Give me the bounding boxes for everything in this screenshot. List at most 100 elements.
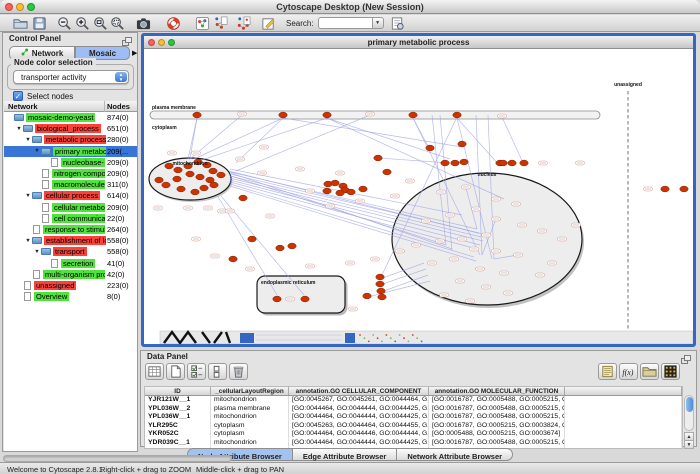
float-data-panel-icon[interactable]: [680, 352, 692, 363]
new-page-button[interactable]: [166, 363, 185, 380]
check-page-button[interactable]: [187, 363, 206, 380]
tab-network-label: Network: [32, 49, 64, 58]
table-cell: [GO:0016787, GO:0005215, GO:0003824, G..…: [429, 422, 565, 431]
network-canvas[interactable]: plasma membranecytoplasmmitochondrionnuc…: [144, 49, 693, 344]
help-lifebuoy-icon[interactable]: [166, 16, 181, 31]
notepad-button[interactable]: [598, 363, 617, 380]
table-row[interactable]: YLR295Ccytoplasm[GO:0045263, GO:0044464,…: [145, 422, 682, 431]
tree-row[interactable]: mosaic-demo-yeast874(0): [4, 112, 137, 123]
tree-row-node-count: 614(0): [107, 191, 129, 200]
expand-arrow-icon[interactable]: ▼: [24, 137, 32, 143]
svg-text:unassigned: unassigned: [614, 82, 642, 88]
node-color-dropdown[interactable]: transporter activity ▲▼: [13, 70, 129, 84]
visual-styles-icon[interactable]: [195, 16, 210, 31]
expand-arrow-icon[interactable]: ▼: [15, 126, 23, 132]
apply-layout-b-icon[interactable]: [236, 16, 251, 31]
tree-row[interactable]: nucleobase-209(0): [4, 157, 137, 168]
table-column-header[interactable]: _cellularLayoutRegion: [211, 387, 289, 395]
tree-row[interactable]: cellular metabo209(0): [4, 202, 137, 213]
dropdown-stepper-icon: ▲▼: [115, 72, 127, 82]
network-tree-header[interactable]: Network Nodes: [4, 101, 137, 112]
trash-button[interactable]: [229, 363, 248, 380]
tree-row[interactable]: nitrogen compo209(0): [4, 168, 137, 179]
tree-row-label: primary metabo: [53, 147, 106, 156]
tree-row[interactable]: multi-organism pro42(0): [4, 269, 137, 280]
zoom-fit-content-icon[interactable]: [110, 16, 125, 31]
tree-row[interactable]: unassigned223(0): [4, 280, 137, 291]
zoom-in-icon[interactable]: [75, 16, 90, 31]
tab-network-attribute-browser[interactable]: Network Attribute Browser: [397, 448, 513, 461]
tree-row-label: response to stimulu: [43, 225, 105, 234]
table-row[interactable]: YPL036W__1mitochondrion[GO:0044464, GO:0…: [145, 413, 682, 422]
expand-arrow-icon[interactable]: ▼: [33, 249, 41, 255]
search-options-icon[interactable]: [390, 16, 405, 31]
tree-row[interactable]: response to stimulu264(0): [4, 224, 137, 235]
attribute-table-header[interactable]: ID_cellularLayoutRegionannotation.GO CEL…: [145, 387, 682, 396]
tree-row[interactable]: ▼transport558(0): [4, 246, 137, 257]
status-pan-hint: Middle-click + drag to PAN: [196, 465, 284, 474]
snapshot-camera-icon[interactable]: [136, 16, 151, 31]
expand-arrow-icon[interactable]: ▼: [33, 148, 41, 154]
small-boxes-button[interactable]: [208, 363, 227, 380]
tree-row[interactable]: ▼cellular process614(0): [4, 190, 137, 201]
tree-col-divider[interactable]: [104, 101, 105, 112]
folder-icon: [32, 237, 42, 244]
table-column-header[interactable]: [565, 387, 682, 395]
table-column-header[interactable]: annotation.GO MOLECULAR_FUNCTION: [429, 387, 565, 395]
tree-row[interactable]: cell communicat22(0): [4, 213, 137, 224]
search-dropdown-button[interactable]: ▼: [372, 17, 384, 29]
open-session-icon[interactable]: [13, 16, 28, 31]
table-cell: [GO:0045263, GO:0044464, GO:0044455, G..…: [289, 422, 429, 431]
file-icon: [42, 203, 49, 212]
tree-row[interactable]: ▼primary metabo209(...: [4, 146, 137, 157]
search-input[interactable]: [318, 17, 372, 29]
search-area: Search: ▼: [276, 15, 384, 32]
apply-layout-a-icon[interactable]: [213, 16, 228, 31]
table-scrollbar[interactable]: [684, 395, 694, 431]
float-panel-icon[interactable]: [121, 34, 133, 45]
tree-row[interactable]: secretion41(0): [4, 257, 137, 268]
expand-arrow-icon[interactable]: ▼: [24, 238, 32, 244]
tree-row[interactable]: macromolecule311(0): [4, 179, 137, 190]
table-cell: [565, 405, 682, 414]
scrollbar-thumb[interactable]: [686, 397, 693, 412]
table-row[interactable]: YDR039C__1mitochondrion[GO:0044464, GO:0…: [145, 439, 682, 448]
tab-edge-attribute-browser[interactable]: Edge Attribute Browser: [293, 448, 397, 461]
tab-mosaic-label: Mosaic: [89, 49, 116, 58]
data-panel-title: Data Panel: [147, 352, 188, 361]
tree-row-label: metabolic process: [44, 135, 106, 144]
formula-button[interactable]: f(x): [619, 363, 638, 380]
save-session-icon[interactable]: [32, 16, 47, 31]
table-column-header[interactable]: ID: [145, 387, 211, 395]
toolbar-icon-group: [0, 15, 276, 32]
file-icon: [51, 158, 58, 167]
table-row[interactable]: YPL036W__2plasma membrane[GO:0044464, GO…: [145, 405, 682, 414]
tree-row[interactable]: Overview8(0): [4, 291, 137, 302]
tree-row[interactable]: ▼biological_process651(0): [4, 123, 137, 134]
annotation-tool-icon[interactable]: [261, 16, 276, 31]
tree-row-node-count: 22(0): [107, 214, 125, 223]
table-cell: [GO:0016787, GO:0005488, GO:0005215, G..…: [429, 439, 565, 448]
tree-row-node-count: 8(0): [107, 292, 120, 301]
expand-arrow-icon[interactable]: ▼: [24, 193, 32, 199]
svg-text:cytoplasm: cytoplasm: [152, 125, 177, 131]
table-column-header[interactable]: annotation.GO CELLULAR_COMPONENT: [289, 387, 429, 395]
select-nodes-checkbox[interactable]: ✓: [13, 91, 23, 101]
matrix-button[interactable]: [661, 363, 680, 380]
zoom-out-icon[interactable]: [57, 16, 72, 31]
tree-row[interactable]: ▼ metabolic process280(0): [4, 134, 137, 145]
zoom-selected-region-icon[interactable]: [93, 16, 108, 31]
tree-row-node-count: 41(0): [107, 259, 125, 268]
tree-row[interactable]: ▼establishment of lo558(0): [4, 235, 137, 246]
file-icon: [42, 169, 49, 178]
table-row[interactable]: YKR052Ccytoplasm[GO:0044464, GO:0044446,…: [145, 430, 682, 439]
network-window-titlebar[interactable]: primary metabolic process: [144, 36, 693, 49]
table-grid-button[interactable]: [145, 363, 164, 380]
table-cell: [GO:0044464, GO:0044444, GO:0044425, G..…: [289, 413, 429, 422]
more-tabs-arrow-icon[interactable]: ▶: [132, 49, 137, 57]
cytoscape-window: Cytoscape Desktop (New Session) Search: …: [0, 0, 700, 474]
svg-text:endoplasmic reticulum: endoplasmic reticulum: [261, 280, 316, 286]
tree-row-node-count: 280(0): [107, 135, 129, 144]
folder-open-button[interactable]: [640, 363, 659, 380]
table-row[interactable]: YJR121W__1mitochondrion[GO:0045267, GO:0…: [145, 396, 682, 405]
